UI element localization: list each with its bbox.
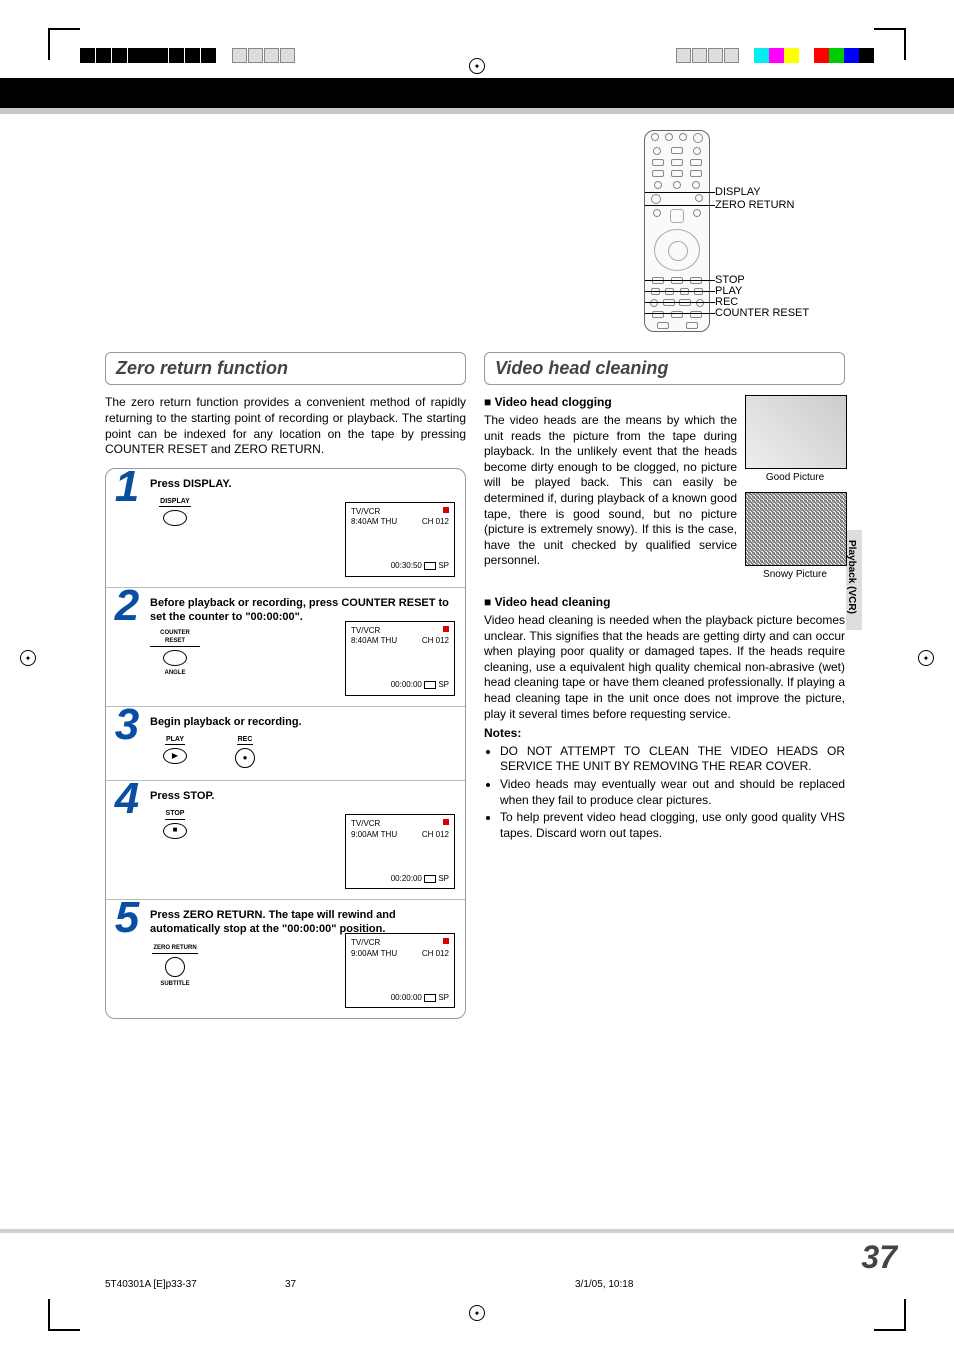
play-button-icon: PLAY ▶ (150, 735, 200, 766)
subhead-cleaning: Video head cleaning (484, 595, 845, 611)
crop-mark (874, 1299, 906, 1331)
rec-button-icon: REC ● (220, 735, 270, 770)
footer-page: 37 (285, 1279, 296, 1290)
footer: 37 5T40301A [E]p33-37 37 3/1/05, 10:18 (105, 1279, 849, 1309)
side-tab-label: Playback (VCR) (846, 530, 857, 614)
step-number: 5 (110, 896, 144, 940)
note-item: To help prevent video head clogging, use… (500, 810, 845, 841)
step-instruction: Press STOP. (150, 789, 455, 803)
good-picture-caption: Good Picture (745, 471, 845, 484)
step-2: 2 Before playback or recording, press CO… (106, 588, 465, 707)
screen-readout: TV/VCR 9:00AM THUCH 012 00:20:00 SP (345, 814, 455, 889)
step-number: 1 (110, 465, 144, 509)
screen-readout: TV/VCR 9:00AM THUCH 012 00:00:00 SP (345, 933, 455, 1008)
footer-doc-id: 5T40301A [E]p33-37 (105, 1279, 197, 1290)
step-number: 3 (110, 703, 144, 747)
note-item: DO NOT ATTEMPT TO CLEAN THE VIDEO HEADS … (500, 744, 845, 775)
step-4: 4 Press STOP. STOP ■ TV/VCR 9:00AM THUCH… (106, 781, 465, 900)
note-item: Video heads may eventually wear out and … (500, 777, 845, 808)
steps-box: 1 Press DISPLAY. DISPLAY TV/VCR 8:40AM T… (105, 468, 466, 1019)
step-3: 3 Begin playback or recording. PLAY ▶ RE… (106, 707, 465, 781)
notes-list: DO NOT ATTEMPT TO CLEAN THE VIDEO HEADS … (484, 744, 845, 842)
notes-heading: Notes: (484, 726, 845, 742)
right-column: Video head cleaning Good Picture Snowy P… (484, 352, 845, 1019)
step-instruction: Begin playback or recording. (150, 715, 455, 729)
step-number: 2 (110, 584, 144, 628)
snowy-picture-image (745, 492, 847, 566)
counter-reset-button-icon: COUNTER RESET ANGLE (150, 630, 200, 677)
registration-target-icon (469, 58, 485, 74)
step-instruction: Press DISPLAY. (150, 477, 455, 491)
header-black-band (0, 78, 954, 108)
screen-readout: TV/VCR 8:40AM THUCH 012 00:00:00 SP (345, 621, 455, 696)
zero-return-intro: The zero return function provides a conv… (105, 395, 466, 457)
footer-date: 3/1/05, 10:18 (575, 1279, 633, 1290)
section-heading-zero-return: Zero return function (105, 352, 466, 385)
step-1: 1 Press DISPLAY. DISPLAY TV/VCR 8:40AM T… (106, 469, 465, 588)
good-picture-image (745, 395, 847, 469)
zero-return-button-icon: ZERO RETURN SUBTITLE (150, 943, 200, 989)
cleaning-body: Video head cleaning is needed when the p… (484, 613, 845, 722)
remote-diagram: DISPLAY ZERO RETURN STOP PLAY REC COUNTE… (105, 130, 845, 340)
crop-mark (48, 1299, 80, 1331)
screen-readout: TV/VCR 8:40AM THUCH 012 00:30:50 SP (345, 502, 455, 577)
display-button-icon: DISPLAY (150, 497, 200, 528)
registration-target-icon (20, 650, 36, 666)
left-column: Zero return function The zero return fun… (105, 352, 466, 1019)
step-number: 4 (110, 777, 144, 821)
registration-target-icon (918, 650, 934, 666)
snowy-picture-caption: Snowy Picture (745, 568, 845, 581)
side-tab: Playback (VCR) (846, 530, 862, 630)
section-heading-head-cleaning: Video head cleaning (484, 352, 845, 385)
callout-zero-return: ZERO RETURN (715, 198, 794, 212)
page-number-large: 37 (861, 1239, 897, 1276)
callout-counter-reset: COUNTER RESET (715, 306, 809, 320)
step-5: 5 Press ZERO RETURN. The tape will rewin… (106, 900, 465, 1018)
stop-button-icon: STOP ■ (150, 809, 200, 840)
page: Playback (VCR) DISPLAY (0, 0, 954, 1351)
